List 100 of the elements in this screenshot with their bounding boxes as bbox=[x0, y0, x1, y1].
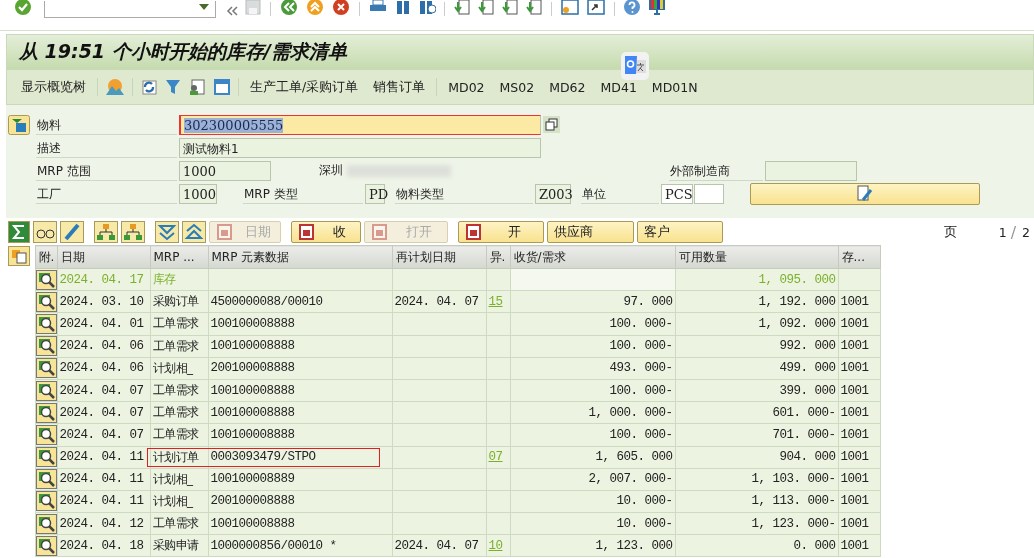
unit-field: PCS bbox=[661, 183, 693, 204]
function-button[interactable]: 客户 bbox=[637, 221, 723, 243]
monitor-icon[interactable] bbox=[647, 0, 667, 16]
magnifier-icon[interactable] bbox=[35, 513, 57, 534]
plant-field: 1000 bbox=[179, 183, 217, 204]
page-arrow-icon[interactable] bbox=[525, 0, 543, 16]
edit-button[interactable] bbox=[750, 182, 980, 205]
check-icon[interactable] bbox=[14, 0, 32, 16]
table-cell: 701. 000- bbox=[675, 423, 838, 446]
toolbar-button[interactable]: 生产工单/采购订单 bbox=[246, 78, 363, 96]
column-header[interactable]: MRP ... bbox=[150, 245, 208, 269]
table-cell: 1, 605. 000 bbox=[510, 446, 675, 469]
pencil-icon[interactable] bbox=[60, 221, 84, 243]
magnifier-icon[interactable] bbox=[35, 491, 57, 512]
command-field[interactable] bbox=[44, 1, 216, 18]
layout-icon[interactable] bbox=[8, 245, 30, 266]
hierarchy-icon[interactable] bbox=[121, 221, 145, 243]
back-icon[interactable] bbox=[279, 0, 299, 16]
column-header[interactable]: MRP 元素数据 bbox=[208, 245, 392, 269]
table-cell: 100100008889 bbox=[208, 468, 392, 491]
mrp-area-text: 深圳 bbox=[319, 162, 343, 179]
magnifier-icon[interactable] bbox=[35, 313, 57, 334]
copy-icon[interactable] bbox=[543, 116, 560, 133]
table-cell: 1, 113. 000- bbox=[675, 490, 838, 513]
table-cell: 1, 095. 000 bbox=[675, 268, 838, 291]
double-chevron-icon[interactable] bbox=[226, 6, 238, 16]
table-cell: 1, 123. 000- bbox=[675, 512, 838, 535]
sum-icon[interactable] bbox=[8, 221, 30, 243]
description-field: 测试物料1 bbox=[179, 137, 541, 158]
unit-extra-field[interactable] bbox=[694, 183, 724, 204]
filter-icon[interactable] bbox=[165, 78, 181, 96]
function-button[interactable]: 开 bbox=[458, 221, 544, 243]
field-label: MRP 范围 bbox=[36, 160, 177, 181]
field-label: 外部制造商 bbox=[669, 160, 763, 181]
table-cell: 10. 000- bbox=[510, 512, 675, 535]
magnifier-icon[interactable] bbox=[35, 380, 57, 401]
page-arrow-icon[interactable] bbox=[477, 0, 495, 16]
table-cell: 100100008888 bbox=[208, 423, 392, 446]
dropdown-icon[interactable] bbox=[199, 4, 209, 10]
toolbar-button[interactable]: MD02 bbox=[444, 79, 489, 95]
magnifier-icon[interactable] bbox=[35, 424, 57, 445]
column-header[interactable]: 再计划日期 bbox=[392, 245, 486, 269]
column-header[interactable]: 附. bbox=[35, 245, 57, 269]
page-arrow-icon[interactable] bbox=[453, 0, 471, 16]
glasses-icon[interactable] bbox=[33, 221, 57, 243]
table-cell: 100. 000- bbox=[510, 379, 675, 402]
toggle-header-icon[interactable] bbox=[8, 114, 30, 135]
function-button[interactable]: 收 bbox=[291, 221, 361, 243]
toolbar-button[interactable]: MS02 bbox=[495, 79, 539, 95]
table-cell: 200100008888 bbox=[208, 490, 392, 513]
magnifier-icon[interactable] bbox=[35, 402, 57, 423]
hierarchy-icon[interactable] bbox=[94, 221, 118, 243]
new-window-icon[interactable] bbox=[560, 0, 580, 16]
cancel-icon[interactable] bbox=[331, 0, 351, 16]
translate-icon[interactable] bbox=[621, 52, 649, 80]
material-input[interactable]: 302300005555 bbox=[179, 114, 541, 135]
page-total: 2 bbox=[1022, 224, 1030, 240]
overview-tree-button[interactable]: 显示概览树 bbox=[17, 78, 90, 96]
help-icon[interactable] bbox=[623, 0, 641, 16]
magnifier-icon[interactable] bbox=[35, 336, 57, 357]
collapse-icon[interactable] bbox=[155, 221, 179, 243]
shortcut-window-icon[interactable] bbox=[586, 0, 606, 16]
material-type-field: Z003 bbox=[535, 183, 571, 204]
function-button[interactable]: 供应商 bbox=[547, 221, 634, 243]
column-header[interactable]: 日期 bbox=[57, 245, 150, 269]
table-cell: 100100008888 bbox=[208, 379, 392, 402]
magnifier-icon[interactable] bbox=[35, 469, 57, 490]
toolbar-button[interactable]: MD62 bbox=[545, 79, 590, 95]
expand-icon[interactable] bbox=[182, 221, 206, 243]
column-header[interactable]: 收货/需求 bbox=[510, 245, 675, 269]
table-cell: 100100008888 bbox=[208, 401, 392, 424]
table-cell: 1000000856/00010 * bbox=[208, 534, 392, 557]
table-cell: 100100008888 bbox=[208, 335, 392, 358]
magnifier-icon[interactable] bbox=[35, 291, 57, 312]
person-card-icon[interactable] bbox=[188, 78, 206, 96]
magnifier-icon[interactable] bbox=[35, 535, 57, 556]
magnifier-icon[interactable] bbox=[35, 358, 57, 379]
table-cell: 499. 000 bbox=[675, 357, 838, 380]
table-cell: 1, 192. 000 bbox=[675, 290, 838, 313]
column-header[interactable]: 异. bbox=[486, 245, 510, 269]
screen-title: 从 19:51 个小时开始的库存/需求清单 bbox=[19, 39, 347, 64]
column-header[interactable]: 存... bbox=[838, 245, 880, 269]
toolbar-button[interactable]: 销售订单 bbox=[369, 78, 430, 96]
toolbar-button[interactable]: MD41 bbox=[596, 79, 641, 95]
table-cell: 200100008888 bbox=[208, 357, 392, 380]
magnifier-icon[interactable] bbox=[35, 447, 57, 468]
field-label: 描述 bbox=[36, 137, 177, 158]
column-header[interactable]: 可用数量 bbox=[675, 245, 838, 269]
page-label: 页 bbox=[943, 223, 957, 241]
page-separator: / bbox=[1010, 222, 1017, 242]
field-label: 物料 bbox=[36, 114, 177, 135]
mrp-area-field: 1000 bbox=[179, 160, 271, 181]
table-cell: 992. 000 bbox=[675, 335, 838, 358]
mountain-icon[interactable] bbox=[105, 78, 125, 96]
toolbar-button[interactable]: MD01N bbox=[647, 79, 702, 95]
table-cell: 0. 000 bbox=[675, 534, 838, 557]
table-cell: 601. 000- bbox=[675, 401, 838, 424]
magnifier-icon[interactable] bbox=[35, 269, 57, 290]
page-arrow-icon[interactable] bbox=[501, 0, 519, 16]
refresh-icon[interactable] bbox=[140, 78, 158, 96]
